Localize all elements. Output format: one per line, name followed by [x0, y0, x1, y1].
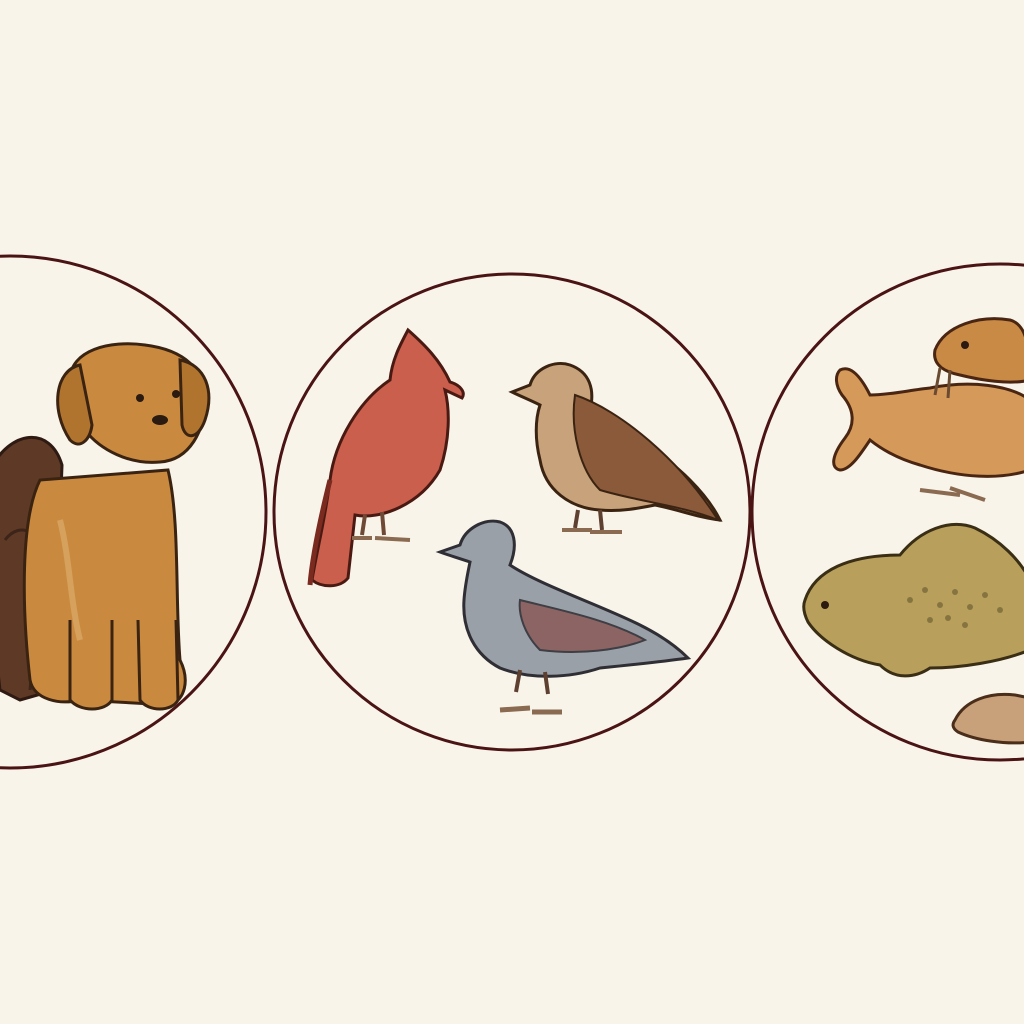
- illustration-canvas: [0, 0, 1024, 1024]
- animals-illustration: [0, 0, 1024, 1024]
